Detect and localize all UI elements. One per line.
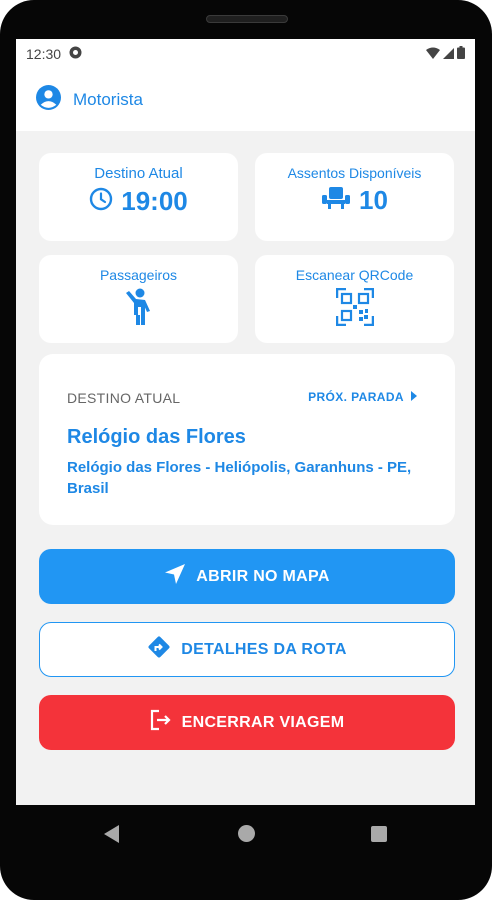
clock-icon — [89, 187, 113, 216]
status-bar: 12:30 — [16, 39, 475, 69]
seat-icon — [321, 186, 351, 215]
open-map-button[interactable]: ABRIR NO MAPA — [39, 549, 455, 604]
end-trip-button[interactable]: ENCERRAR VIAGEM — [39, 695, 455, 750]
route-details-button-label: DETALHES DA ROTA — [181, 640, 347, 658]
qr-code-icon — [335, 287, 374, 331]
app-notification-icon — [69, 46, 82, 62]
available-seats-value-row: 10 — [321, 185, 388, 216]
destination-name: Relógio das Flores — [67, 426, 246, 448]
current-destination-card-label: Destino Atual — [94, 165, 183, 182]
directions-icon — [147, 635, 171, 664]
next-stop-label: PRÓX. PARADA — [308, 390, 404, 404]
destination-card: DESTINO ATUAL PRÓX. PARADA Relógio das F… — [39, 354, 455, 525]
status-indicators — [426, 46, 465, 62]
recent-apps-icon[interactable] — [371, 826, 387, 842]
signal-icon — [443, 46, 454, 62]
current-destination-time: 19:00 — [121, 186, 188, 216]
current-destination-value-row: 19:00 — [89, 186, 188, 217]
app-header: Motorista — [16, 69, 475, 131]
navigation-arrow-icon — [164, 563, 186, 590]
scan-qrcode-card[interactable]: Escanear QRCode — [255, 255, 454, 343]
destination-address: Relógio das Flores - Heliópolis, Garanhu… — [67, 459, 412, 497]
route-details-button[interactable]: DETALHES DA ROTA — [39, 622, 455, 677]
account-icon[interactable] — [36, 85, 61, 115]
phone-frame: 12:30 Motorista Destino Atual 19:00 Asse… — [0, 0, 492, 900]
back-icon[interactable] — [104, 825, 120, 848]
available-seats-count: 10 — [359, 185, 388, 215]
current-destination-card[interactable]: Destino Atual 19:00 — [39, 153, 238, 241]
status-time: 12:30 — [26, 46, 62, 62]
scan-qrcode-card-label: Escanear QRCode — [295, 267, 414, 283]
phone-speaker — [206, 15, 288, 23]
passengers-card-label: Passageiros — [99, 267, 178, 283]
next-stop-link[interactable]: PRÓX. PARADA — [308, 390, 417, 404]
end-trip-button-label: ENCERRAR VIAGEM — [181, 713, 345, 731]
available-seats-card[interactable]: Assentos Disponíveis 10 — [255, 153, 454, 241]
chevron-right-icon — [411, 390, 417, 404]
app-screen: 12:30 Motorista Destino Atual 19:00 Asse… — [16, 39, 475, 805]
battery-icon — [457, 46, 465, 62]
person-icon — [122, 287, 156, 332]
passengers-card[interactable]: Passageiros — [39, 255, 238, 343]
header-title: Motorista — [73, 90, 143, 109]
open-map-button-label: ABRIR NO MAPA — [196, 567, 330, 585]
exit-icon — [150, 709, 172, 736]
available-seats-card-label: Assentos Disponíveis — [287, 165, 422, 181]
destination-section-label: DESTINO ATUAL — [67, 390, 181, 406]
system-nav-bar — [0, 805, 492, 865]
wifi-icon — [426, 46, 440, 62]
home-icon[interactable] — [238, 825, 255, 842]
